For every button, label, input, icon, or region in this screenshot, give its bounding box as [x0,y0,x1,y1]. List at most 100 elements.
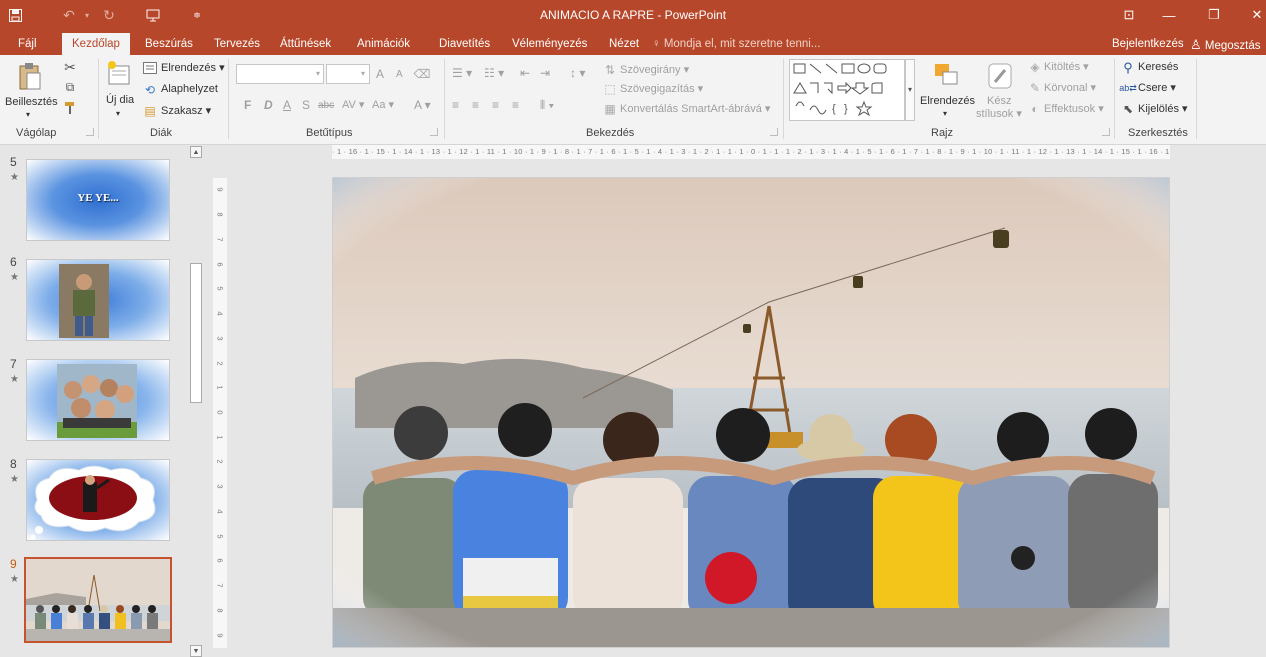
arrange-dropdown-icon[interactable]: ▾ [943,107,947,121]
search-icon[interactable]: ⚲ [1121,60,1135,74]
tab-view[interactable]: Nézet [609,34,639,55]
scrollbar-thumb[interactable] [190,263,202,403]
quick-styles-label-1[interactable]: Kész [987,94,1011,108]
strikethrough-button[interactable]: abc [318,99,334,113]
customize-qat-icon[interactable]: ≑ [190,0,204,30]
align-text-button[interactable]: Szövegigazítás ▾ [620,82,703,96]
cut-icon[interactable]: ✂ [62,59,78,75]
save-icon[interactable] [4,0,26,30]
justify-icon[interactable]: ≡ [512,98,519,112]
share-button[interactable]: ♙ Megosztás [1190,34,1260,55]
clipboard-launcher-icon[interactable] [86,128,94,136]
font-name-dropdown-icon[interactable]: ▾ [313,66,323,82]
sign-in-link[interactable]: Bejelentkezés [1112,34,1184,55]
reset-button[interactable]: Alaphelyzet [161,82,218,96]
underline-button[interactable]: A [283,98,291,112]
paste-icon[interactable] [16,59,44,93]
line-spacing-icon[interactable]: ↕ ▾ [570,66,585,80]
increase-indent-icon[interactable]: ⇥ [540,66,550,80]
columns-icon[interactable]: ⫴ ▾ [540,98,554,112]
quick-styles-icon[interactable] [986,61,1014,91]
section-icon[interactable]: ▤ [142,104,158,118]
tab-design[interactable]: Tervezés [214,34,260,55]
ribbon-display-options-icon[interactable]: ⊡ [1112,0,1146,30]
slide-thumbnail-selected[interactable] [24,557,172,643]
undo-dropdown-icon[interactable]: ▾ [80,0,94,30]
format-painter-icon[interactable] [62,100,78,116]
replace-button[interactable]: Csere ▾ [1138,81,1176,95]
tab-review[interactable]: Véleményezés [512,34,587,55]
change-case-button[interactable]: Aa ▾ [372,98,394,112]
drawing-launcher-icon[interactable] [1102,128,1110,136]
shape-effects-button[interactable]: Effektusok ▾ [1044,102,1104,116]
effects-icon[interactable]: ◐ [1028,102,1042,116]
font-color-button[interactable]: A ▾ [414,98,431,112]
slide-thumbnail[interactable] [26,259,170,341]
start-slideshow-icon[interactable] [140,0,166,30]
thumbnail-scrollbar[interactable]: ▲ ▼ [189,145,203,657]
tab-slideshow[interactable]: Diavetítés [439,34,490,55]
slide-canvas[interactable] [332,177,1170,648]
shape-outline-button[interactable]: Körvonal ▾ [1044,81,1096,95]
layout-icon[interactable] [142,61,158,75]
decrease-indent-icon[interactable]: ⇤ [520,66,530,80]
bullets-icon[interactable]: ☰ ▾ [452,66,472,80]
reset-icon[interactable]: ⟲ [142,83,158,97]
fill-icon[interactable]: ◈ [1028,60,1042,74]
paste-dropdown-icon[interactable]: ▾ [26,108,30,122]
slide-thumbnail[interactable] [26,459,170,541]
select-icon[interactable]: ⬉ [1121,102,1135,116]
copy-icon[interactable]: ⧉ [62,79,78,95]
text-direction-icon[interactable]: ⇅ [603,63,617,77]
italic-button[interactable]: D [264,98,273,112]
tab-insert[interactable]: Beszúrás [145,34,193,55]
undo-icon[interactable]: ↶ [58,0,80,30]
layout-button[interactable]: Elrendezés ▾ [161,61,225,75]
text-direction-button[interactable]: Szövegirány ▾ [620,63,689,77]
slide-thumbnail[interactable]: YE YE... [26,159,170,241]
align-left-icon[interactable]: ≡ [452,98,459,112]
restore-icon[interactable]: ❐ [1197,0,1231,30]
clear-formatting-icon[interactable]: ⌫ [414,65,431,83]
font-name-combo[interactable] [236,64,324,84]
arrange-button[interactable]: Elrendezés [920,94,975,108]
section-button[interactable]: Szakasz ▾ [161,104,211,118]
slide-thumbnail[interactable] [26,359,170,441]
tab-transitions[interactable]: Áttűnések [280,34,331,55]
align-right-icon[interactable]: ≡ [492,98,499,112]
shape-fill-button[interactable]: Kitöltés ▾ [1044,60,1089,74]
select-button[interactable]: Kijelölés ▾ [1138,102,1188,116]
find-button[interactable]: Keresés [1138,60,1178,74]
grow-font-button[interactable]: A [376,67,384,81]
arrange-icon[interactable] [932,61,960,89]
outline-icon[interactable]: ✎ [1028,81,1042,95]
text-shadow-button[interactable]: S [302,98,310,112]
tell-me-box[interactable]: ♀ Mondja el, mit szeretne tenni... [652,34,820,55]
quick-styles-button[interactable]: stílusok ▾ [976,107,1022,121]
bold-button[interactable]: F [244,98,251,112]
redo-icon[interactable]: ↻ [98,0,120,30]
font-launcher-icon[interactable] [430,128,438,136]
scroll-up-arrow-icon[interactable]: ▲ [190,146,202,158]
shapes-more-icon[interactable]: ▾ [905,59,915,121]
minimize-icon[interactable]: — [1152,0,1186,30]
new-slide-button[interactable]: Új dia [106,93,134,107]
scroll-down-arrow-icon[interactable]: ▼ [190,645,202,657]
numbering-icon[interactable]: ☷ ▾ [484,66,504,80]
new-slide-icon[interactable] [106,59,132,87]
font-size-dropdown-icon[interactable]: ▾ [358,66,368,82]
tab-file[interactable]: Fájl [18,34,37,55]
close-icon[interactable]: ✕ [1240,0,1266,30]
replace-icon[interactable]: ab⇄ [1119,81,1137,95]
convert-smartart-button[interactable]: Konvertálás SmartArt-ábrává ▾ [620,102,770,116]
tab-animations[interactable]: Animációk [357,34,410,55]
shapes-gallery[interactable]: {} [789,59,905,121]
character-spacing-button[interactable]: AV ▾ [342,98,364,112]
new-slide-dropdown-icon[interactable]: ▾ [116,107,120,121]
paragraph-launcher-icon[interactable] [770,128,778,136]
tab-home[interactable]: Kezdőlap [62,33,130,55]
smartart-icon[interactable]: ▦ [603,102,617,116]
align-center-icon[interactable]: ≡ [472,98,479,112]
paste-button[interactable]: Beillesztés [5,95,58,109]
align-text-icon[interactable]: ⬚ [603,82,617,96]
